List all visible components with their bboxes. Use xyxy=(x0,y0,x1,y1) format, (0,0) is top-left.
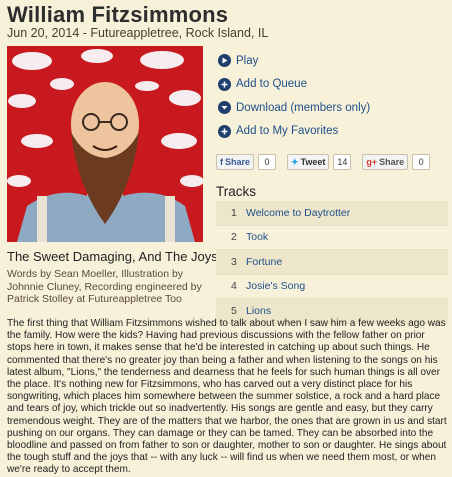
page-title: William Fitzsimmons xyxy=(7,2,229,27)
plus-icon xyxy=(218,124,231,138)
add-to-favorites-button[interactable]: Add to My Favorites xyxy=(218,120,370,144)
add-to-queue-button[interactable]: Add to Queue xyxy=(218,73,370,97)
plus-icon xyxy=(218,77,231,91)
track-number: 3 xyxy=(231,255,237,268)
tracks-heading: Tracks xyxy=(216,184,256,199)
album-art-illustration xyxy=(7,46,203,242)
google-plus-share-button[interactable]: g+ Share xyxy=(362,154,409,170)
facebook-share-label: Share xyxy=(225,157,251,167)
facebook-share-count: 0 xyxy=(258,154,277,170)
share-bar: f Share 0 ✦ Tweet 14 g+ Share 0 xyxy=(216,154,441,170)
google-plus-share-label: Share xyxy=(379,157,405,167)
track-number: 1 xyxy=(231,206,237,219)
download-button[interactable]: Download (members only) xyxy=(218,96,370,120)
add-to-favorites-label: Add to My Favorites xyxy=(236,125,339,138)
tweet-count: 14 xyxy=(333,154,352,170)
track-title: Josie's Song xyxy=(246,280,306,293)
track-number: 4 xyxy=(231,280,237,293)
track-row[interactable]: 1 Welcome to Daytrotter xyxy=(216,201,448,226)
track-title: Took xyxy=(246,231,269,244)
facebook-share-button[interactable]: f Share xyxy=(216,154,255,170)
add-to-queue-label: Add to Queue xyxy=(236,78,307,91)
article-body: The first thing that William Fitzsimmons… xyxy=(7,318,447,476)
tweet-button[interactable]: ✦ Tweet xyxy=(287,154,330,170)
twitter-bird-icon: ✦ xyxy=(291,156,299,167)
credits-text: Words by Sean Moeller, Illustration by J… xyxy=(7,268,202,305)
play-button[interactable]: Play xyxy=(218,49,370,73)
google-plus-share-count: 0 xyxy=(412,154,431,170)
track-title: Fortune xyxy=(246,255,283,268)
facebook-icon: f xyxy=(220,157,223,167)
track-list: 1 Welcome to Daytrotter 2 Took 3 Fortune… xyxy=(216,201,448,324)
track-number: 5 xyxy=(231,304,237,317)
action-list: Play Add to Queue Download (members only… xyxy=(218,49,370,143)
session-subtitle: Jun 20, 2014 - Futureappletree, Rock Isl… xyxy=(7,26,269,40)
download-icon xyxy=(218,101,231,115)
track-row[interactable]: 2 Took xyxy=(216,226,448,250)
play-label: Play xyxy=(236,54,259,67)
play-icon xyxy=(218,54,231,68)
track-number: 2 xyxy=(231,231,237,244)
track-title: Welcome to Daytrotter xyxy=(246,206,351,219)
track-row[interactable]: 4 Josie's Song xyxy=(216,275,448,299)
track-row[interactable]: 3 Fortune xyxy=(216,250,448,275)
album-title: The Sweet Damaging, And The Joys xyxy=(7,249,218,264)
track-title: Lions xyxy=(246,304,272,317)
download-label: Download (members only) xyxy=(236,101,371,114)
google-plus-icon: g+ xyxy=(366,157,378,167)
tweet-label: Tweet xyxy=(300,157,326,167)
